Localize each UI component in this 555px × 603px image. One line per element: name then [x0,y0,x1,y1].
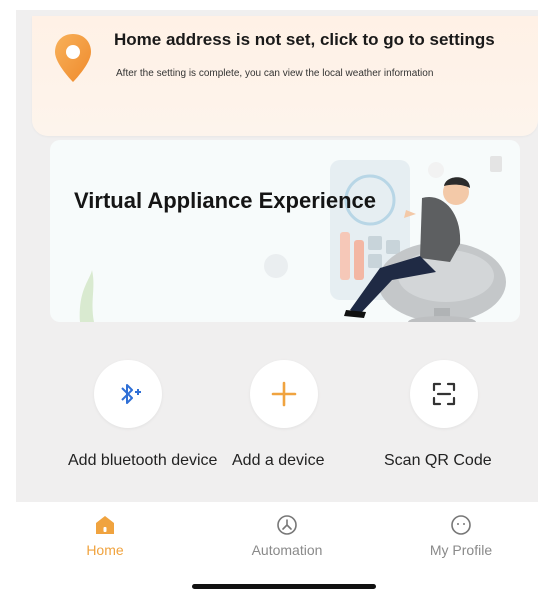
app-screen: Home address is not set, click to go to … [16,10,538,598]
plus-icon[interactable] [250,360,318,428]
tab-automation[interactable]: Automation [222,512,352,558]
quick-actions: Add bluetooth device Add a device Scan Q… [16,360,538,500]
tab-home[interactable]: Home [40,512,170,558]
profile-icon [396,512,526,538]
tab-profile[interactable]: My Profile [396,512,526,558]
scan-qr-button[interactable]: Scan QR Code [384,360,534,472]
bluetooth-plus-icon[interactable] [94,360,162,428]
add-device-label: Add a device [232,452,325,469]
add-bluetooth-label: Add bluetooth device [68,452,218,469]
scan-icon[interactable] [410,360,478,428]
bottom-tab-bar: Home Automation My Profile [16,502,538,598]
home-icon [40,512,170,538]
tab-profile-label: My Profile [429,542,493,558]
automation-icon [222,512,352,538]
tab-home-label: Home [86,542,124,558]
location-pin-icon [55,34,91,82]
tab-automation-label: Automation [251,542,323,558]
banner-subtitle: After the setting is complete, you can v… [116,68,434,79]
banner-title: Home address is not set, click to go to … [114,30,495,49]
home-indicator [192,584,376,589]
promo-illustration [79,156,506,322]
home-address-banner[interactable]: Home address is not set, click to go to … [32,16,538,136]
promo-title: Virtual Appliance Experience [74,188,377,213]
scan-qr-label: Scan QR Code [384,452,492,469]
add-bluetooth-device-button[interactable]: Add bluetooth device [68,360,218,472]
virtual-appliance-card[interactable]: Virtual Appliance Experience [50,140,520,322]
add-device-button[interactable]: Add a device [232,360,382,472]
